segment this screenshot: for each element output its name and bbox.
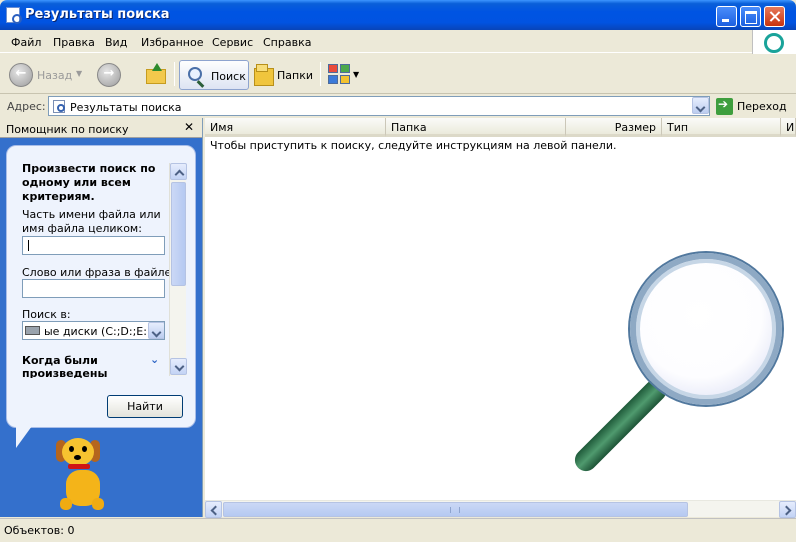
search-form-heading: Произвести поиск по одному или всем крит…: [22, 162, 156, 203]
column-header-more[interactable]: И: [781, 118, 796, 137]
maximize-button[interactable]: [740, 6, 761, 27]
scroll-right-button[interactable]: [779, 501, 796, 518]
search-panel-title: Помощник по поиску: [6, 123, 129, 136]
address-value: Результаты поиска: [70, 101, 182, 114]
search-button-label: Поиск: [211, 70, 246, 83]
object-count: Объектов: 0: [4, 524, 75, 537]
look-in-dropdown-button[interactable]: [148, 322, 164, 339]
toolbar-separator: [174, 62, 175, 86]
address-bar: Адрес: Результаты поиска: [0, 95, 796, 117]
go-button-label[interactable]: Переход: [737, 100, 787, 113]
scroll-left-button[interactable]: [205, 501, 222, 518]
column-header-folder[interactable]: Папка: [386, 118, 566, 137]
search-button[interactable]: Поиск: [179, 60, 249, 90]
back-history-dropdown-icon[interactable]: ▼: [76, 69, 82, 78]
hard-drive-icon: [25, 326, 40, 335]
go-arrow-icon[interactable]: [716, 97, 733, 115]
column-header-type[interactable]: Тип: [662, 118, 781, 137]
up-folder-icon[interactable]: [146, 63, 166, 85]
results-pane: Имя Папка Размер Тип И Чтобы приступить …: [205, 118, 796, 517]
address-field[interactable]: Результаты поиска: [48, 96, 710, 116]
scroll-down-button[interactable]: [170, 358, 187, 375]
search-results-icon: [53, 100, 65, 113]
back-icon[interactable]: ←: [9, 63, 33, 87]
look-in-select[interactable]: ые диски (C:;D:;E:): [22, 321, 165, 340]
toolbar-separator: [320, 62, 321, 86]
when-modified-label[interactable]: Когда были произведены: [22, 354, 132, 378]
chevron-down-icon[interactable]: ⌄: [150, 353, 159, 366]
filename-input[interactable]: [22, 236, 165, 255]
magnifying-glass-icon: [560, 248, 790, 488]
scroll-up-button[interactable]: [170, 163, 187, 180]
address-label: Адрес:: [7, 100, 46, 113]
horizontal-scrollbar[interactable]: [205, 500, 796, 518]
scroll-thumb[interactable]: [171, 182, 186, 286]
menu-help[interactable]: Справка: [263, 36, 311, 49]
close-window-button[interactable]: [764, 6, 785, 27]
windows-logo-icon: [752, 30, 796, 54]
minimize-button[interactable]: [716, 6, 737, 27]
menu-tools[interactable]: Сервис: [212, 36, 253, 49]
address-dropdown-button[interactable]: [692, 97, 709, 114]
menu-edit[interactable]: Правка: [53, 36, 95, 49]
column-header-size[interactable]: Размер: [566, 118, 662, 137]
close-panel-icon[interactable]: ✕: [184, 120, 194, 134]
views-icon[interactable]: [328, 64, 350, 84]
search-assistant-card: Произвести поиск по одному или всем крит…: [6, 145, 196, 428]
find-button[interactable]: Найти: [107, 395, 183, 418]
search-icon: [188, 67, 202, 81]
menu-bar: Файл Правка Вид Избранное Сервис Справка: [0, 30, 796, 53]
search-dog-assistant-icon[interactable]: [50, 436, 120, 516]
phrase-label: Слово или фраза в файле:: [22, 266, 175, 279]
toolbar: ← Назад ▼ → Поиск Папки ▼: [0, 54, 796, 94]
look-in-value: ые диски (C:;D:;E:): [44, 325, 152, 338]
empty-results-message: Чтобы приступить к поиску, следуйте инст…: [210, 139, 617, 152]
views-dropdown-icon[interactable]: ▼: [353, 70, 359, 79]
horizontal-scroll-thumb[interactable]: [223, 502, 688, 517]
back-button-label[interactable]: Назад: [37, 69, 72, 82]
form-scrollbar[interactable]: [169, 163, 187, 376]
search-form: Произвести поиск по одному или всем крит…: [15, 156, 183, 378]
speech-bubble-tail: [16, 426, 32, 448]
title-bar[interactable]: Результаты поиска: [0, 0, 796, 30]
window-title: Результаты поиска: [25, 7, 170, 22]
menu-view[interactable]: Вид: [105, 36, 127, 49]
forward-icon[interactable]: →: [97, 63, 121, 87]
folders-icon[interactable]: [254, 64, 274, 86]
folders-button-label[interactable]: Папки: [277, 69, 313, 82]
menu-file[interactable]: Файл: [11, 36, 41, 49]
look-in-label: Поиск в:: [22, 308, 71, 321]
filename-label: Часть имени файла или имя файла целиком:: [22, 208, 161, 235]
search-panel-header: Помощник по поиску ✕: [0, 118, 202, 138]
search-companion-panel: Помощник по поиску ✕ Произвести поиск по…: [0, 118, 203, 517]
status-bar: Объектов: 0: [0, 518, 796, 542]
search-window-icon: [6, 7, 22, 24]
menu-favorites[interactable]: Избранное: [141, 36, 203, 49]
phrase-input[interactable]: [22, 279, 165, 298]
column-header-name[interactable]: Имя: [205, 118, 386, 137]
